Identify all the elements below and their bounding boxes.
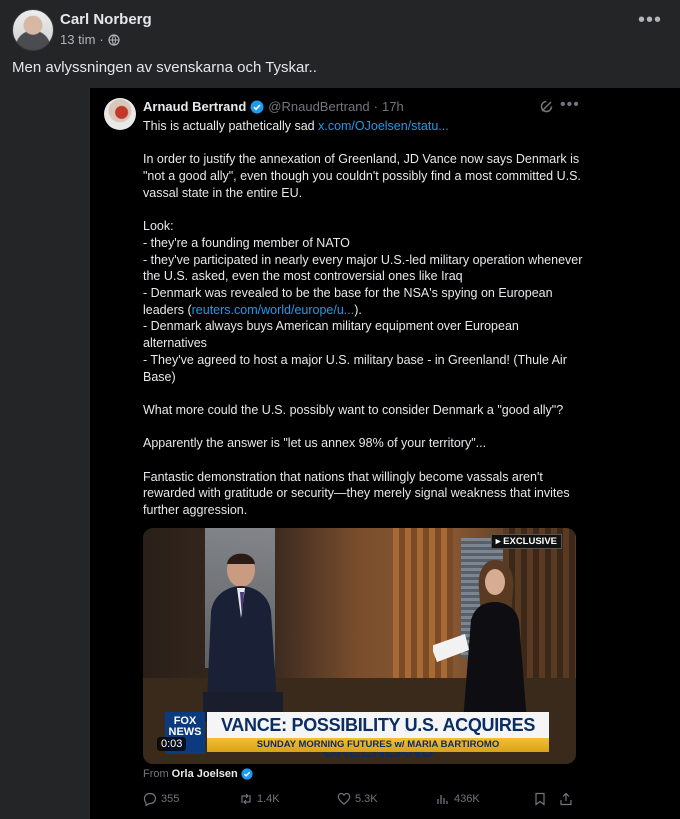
share-icon: [560, 792, 572, 806]
tweet-answer: Apparently the answer is "let us annex 9…: [143, 436, 487, 451]
tweet-handle[interactable]: @RnaudBertrand: [268, 99, 369, 114]
author-name[interactable]: Carl Norberg: [60, 11, 152, 28]
tweet-look: Look:: [143, 219, 174, 234]
bookmark-icon: [535, 792, 545, 806]
tweet-bullet-3: - Denmark was revealed to be the base fo…: [143, 285, 583, 318]
grok-icon[interactable]: [539, 99, 554, 114]
video-player[interactable]: ▸ EXCLUSIVE FOX NEWS VANCE: POSSIBILITY …: [143, 528, 576, 764]
views-count: 436K: [454, 793, 480, 805]
share-button[interactable]: [559, 792, 573, 806]
reply-icon: [143, 792, 157, 806]
reuters-link[interactable]: reuters.com/world/europe/u...: [192, 303, 355, 317]
reply-button[interactable]: 355: [143, 792, 179, 806]
meta-separator: ·: [99, 32, 104, 47]
like-button[interactable]: 5.3K: [337, 792, 378, 806]
verified-badge-icon: [250, 100, 264, 113]
repost-icon: [241, 793, 251, 805]
from-author[interactable]: Orla Joelsen: [172, 768, 238, 780]
tweet-bullet-5: - They've agreed to host a major U.S. mi…: [143, 352, 567, 384]
views-chart-icon: [437, 795, 448, 804]
tweet-actions: 355 1.4K 5.3K 436K: [143, 792, 583, 810]
verified-badge-icon: [241, 768, 253, 780]
tweet-bullet-1: - they're a founding member of NATO: [143, 235, 350, 250]
from-label: From: [143, 768, 169, 780]
post-meta: 13 tim ·: [60, 32, 120, 47]
video-man-figure: [203, 553, 283, 722]
more-options-icon[interactable]: •••: [638, 10, 661, 34]
tweet-avatar[interactable]: [104, 98, 136, 130]
avatar[interactable]: [12, 9, 54, 51]
tweet-time[interactable]: 17h: [382, 99, 404, 114]
exclusive-badge: ▸ EXCLUSIVE: [490, 534, 562, 549]
tweet-separator: ·: [373, 99, 379, 114]
repost-count: 1.4K: [257, 793, 280, 805]
repost-button[interactable]: 1.4K: [239, 792, 280, 806]
tweet-author[interactable]: Arnaud Bertrand: [143, 99, 246, 114]
embedded-tweet[interactable]: Arnaud Bertrand @RnaudBertrand · 17h •••…: [90, 88, 680, 819]
globe-icon: [108, 33, 120, 46]
tweet-text: This is actually pathetically sad x.com/…: [143, 118, 583, 519]
chyron-subline: SUNDAY MORNING FUTURES w/ MARIA BARTIROM…: [207, 738, 549, 752]
video-timer: 0:03: [157, 737, 187, 751]
video-attribution: From Orla Joelsen: [143, 768, 253, 780]
tweet-paragraph-1: In order to justify the annexation of Gr…: [143, 152, 581, 200]
news-chyron: FOX NEWS VANCE: POSSIBILITY U.S. ACQUIRE…: [165, 712, 549, 761]
tweet-header: Arnaud Bertrand @RnaudBertrand · 17h: [143, 99, 404, 114]
post-header: Carl Norberg 13 tim · •••: [0, 0, 680, 60]
reply-count: 355: [161, 793, 180, 805]
tweet-question: What more could the U.S. possibly want t…: [143, 402, 564, 417]
tweet-more-icon[interactable]: •••: [560, 96, 580, 114]
chyron-headline: VANCE: POSSIBILITY U.S. ACQUIRES GREENLA…: [207, 712, 549, 761]
tweet-intro: This is actually pathetically sad: [143, 119, 319, 133]
post-time[interactable]: 13 tim: [60, 32, 95, 47]
tweet-bullet-4: - Denmark always buys American military …: [143, 319, 519, 351]
bookmark-button[interactable]: [533, 792, 547, 806]
tweet-line-1: This is actually pathetically sad x.com/…: [143, 118, 583, 135]
tweet-bullet-2: - they've participated in nearly every m…: [143, 252, 583, 284]
quoted-link[interactable]: x.com/OJoelsen/statu...: [318, 119, 449, 133]
tweet-conclusion: Fantastic demonstration that nations tha…: [143, 469, 570, 518]
post-caption: Men avlyssningen av svenskarna och Tyska…: [12, 59, 317, 76]
bullet-3-end: ).: [354, 302, 362, 317]
heart-icon: [337, 792, 351, 805]
views-button[interactable]: 436K: [436, 792, 480, 806]
video-woman-figure: [433, 560, 527, 722]
like-count: 5.3K: [355, 793, 378, 805]
